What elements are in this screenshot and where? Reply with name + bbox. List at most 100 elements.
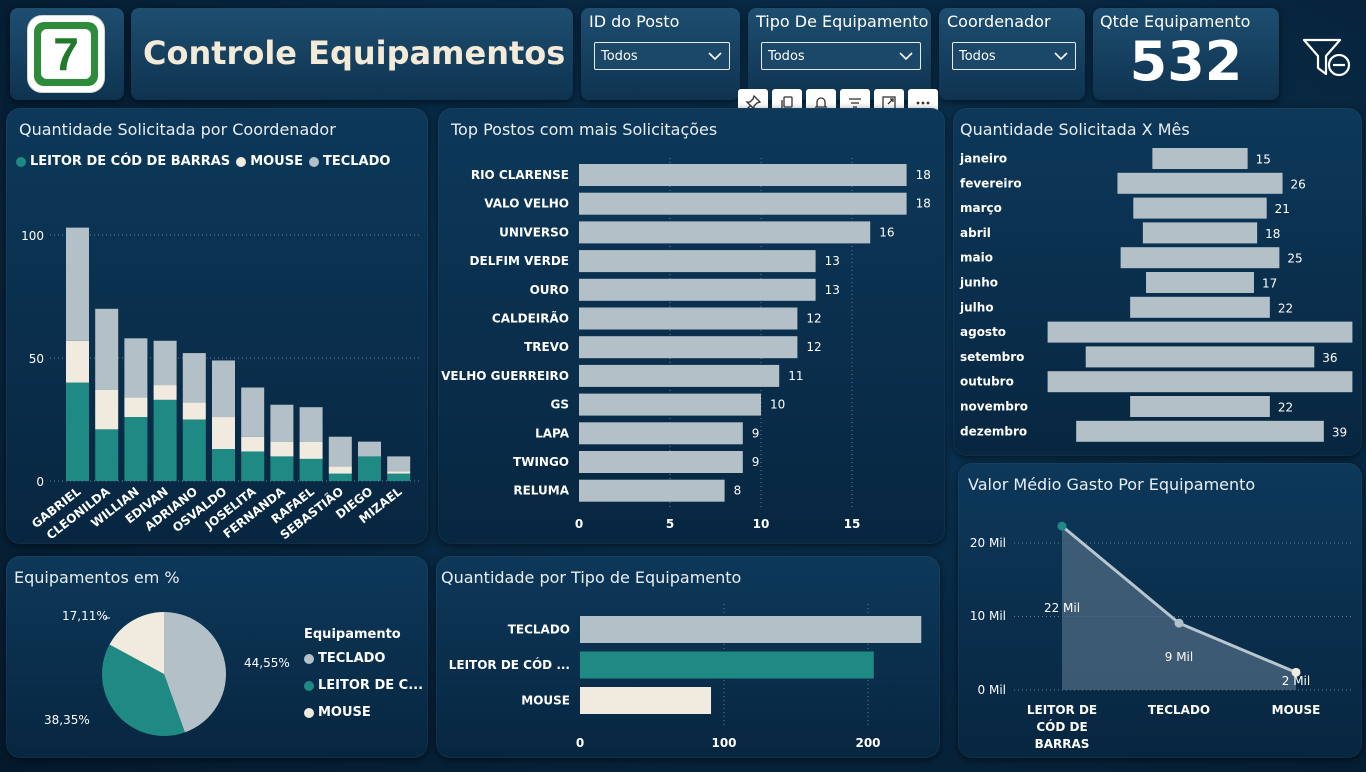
bar-segment[interactable]: [182, 419, 206, 482]
bar[interactable]: [579, 336, 798, 359]
y-tick: 50: [29, 352, 44, 366]
bar-segment[interactable]: [299, 458, 323, 481]
logo-card: 7: [10, 8, 124, 100]
bar-segment[interactable]: [95, 308, 119, 390]
bar-segment[interactable]: [66, 382, 89, 481]
bar[interactable]: [580, 651, 874, 679]
bar-segment[interactable]: [212, 417, 235, 450]
y-category-label: DELFIM VERDE: [470, 254, 569, 268]
funnel-bar[interactable]: [1085, 346, 1315, 368]
slicer-dropdown[interactable]: Todos: [761, 42, 921, 70]
x-tick: 0: [576, 736, 584, 750]
bar-segment[interactable]: [95, 429, 119, 481]
bar-segment[interactable]: [299, 407, 323, 442]
bar-segment[interactable]: [212, 449, 235, 481]
funnel-bar[interactable]: [1130, 396, 1270, 417]
bar-segment[interactable]: [212, 360, 235, 418]
x-tick: 100: [711, 736, 736, 750]
data-label: 9: [752, 455, 760, 469]
bar-segment[interactable]: [328, 473, 352, 481]
bar[interactable]: [579, 364, 780, 387]
bar[interactable]: [579, 192, 907, 215]
funnel-bar[interactable]: [1047, 321, 1353, 343]
funnel-bar[interactable]: [1146, 272, 1254, 293]
funnel-bar[interactable]: [1142, 222, 1258, 244]
bar[interactable]: [579, 307, 798, 330]
bar[interactable]: [579, 422, 743, 445]
slicer-value: Todos: [768, 49, 805, 64]
clear-filter-icon[interactable]: [1300, 36, 1354, 82]
y-category-label: UNIVERSO: [499, 225, 569, 239]
funnel-bar[interactable]: [1120, 247, 1280, 269]
bar[interactable]: [580, 687, 712, 714]
slicer-dropdown[interactable]: Todos: [952, 42, 1076, 70]
bar-segment[interactable]: [241, 436, 265, 452]
category-label: julho: [959, 300, 994, 314]
bar-segment[interactable]: [270, 441, 294, 457]
bar[interactable]: [580, 616, 922, 643]
bar-segment[interactable]: [328, 436, 352, 467]
funnel-bar[interactable]: [1133, 197, 1267, 219]
bar-segment[interactable]: [124, 397, 148, 418]
data-label: 22 Mil: [1044, 601, 1080, 615]
bar-segment[interactable]: [153, 340, 177, 386]
bar-segment[interactable]: [270, 404, 294, 442]
chevron-down-icon: [1054, 52, 1068, 61]
y-category-label: RIO CLARENSE: [471, 168, 569, 182]
bar-segment[interactable]: [358, 456, 381, 481]
funnel-bar[interactable]: [1117, 172, 1283, 194]
y-category-label: TECLADO: [508, 623, 570, 637]
bar-segment[interactable]: [299, 441, 323, 459]
bar-segment[interactable]: [387, 473, 411, 481]
slicer-label: ID do Posto: [589, 12, 680, 31]
slicer-value: Todos: [959, 49, 996, 64]
bar-segment[interactable]: [270, 456, 294, 481]
bar-segment[interactable]: [241, 451, 265, 481]
bar-segment[interactable]: [124, 338, 148, 398]
y-category-label: VALO VELHO: [484, 197, 569, 211]
bar-segment[interactable]: [95, 389, 119, 430]
data-point[interactable]: [1057, 521, 1067, 531]
bar[interactable]: [579, 393, 761, 416]
slicer-label: Coordenador: [947, 12, 1051, 31]
chart-card-valor: Valor Médio Gasto Por Equipamento 20 Mil…: [958, 463, 1362, 758]
bar[interactable]: [579, 221, 871, 244]
y-tick: 0 Mil: [978, 683, 1006, 697]
bar[interactable]: [579, 164, 907, 186]
bar-segment[interactable]: [153, 385, 177, 400]
category-label: agosto: [960, 325, 1006, 339]
y-category-label: OURO: [530, 283, 569, 297]
bar-segment[interactable]: [66, 227, 89, 341]
bar-segment[interactable]: [328, 466, 352, 474]
bar-segment[interactable]: [182, 353, 206, 403]
page-title: Controle Equipamentos: [143, 34, 566, 72]
funnel-bar[interactable]: [1130, 296, 1270, 318]
bar-segment[interactable]: [387, 471, 411, 474]
y-category-label: GS: [551, 398, 570, 412]
bar-segment[interactable]: [182, 402, 206, 420]
bar[interactable]: [579, 451, 743, 473]
bar[interactable]: [579, 278, 816, 301]
legend-dot: [304, 653, 314, 664]
kpi-value: 532: [1129, 30, 1243, 93]
bar-segment[interactable]: [387, 456, 411, 472]
funnel-bar[interactable]: [1152, 148, 1248, 169]
bar-segment[interactable]: [358, 441, 381, 457]
data-label: 12: [806, 340, 821, 354]
bar-segment[interactable]: [66, 340, 89, 383]
bar-segment[interactable]: [153, 399, 177, 481]
x-tick: 5: [666, 517, 674, 531]
data-label: 11: [788, 369, 803, 383]
data-label: 22: [1278, 301, 1293, 315]
bar[interactable]: [579, 250, 816, 273]
funnel-bar[interactable]: [1076, 420, 1324, 442]
funnel-bar[interactable]: [1047, 371, 1353, 393]
slicer-dropdown[interactable]: Todos: [594, 42, 730, 70]
data-point[interactable]: [1174, 618, 1184, 628]
x-tick: 200: [855, 736, 880, 750]
bar[interactable]: [579, 479, 725, 502]
bar-segment[interactable]: [124, 417, 148, 481]
stacked-bar-chart: 100 50 0 GABRIELCLEONILDAWILLIANEDIVANAD…: [21, 227, 420, 542]
bar-segment[interactable]: [241, 387, 265, 437]
data-label: 13: [825, 254, 840, 268]
